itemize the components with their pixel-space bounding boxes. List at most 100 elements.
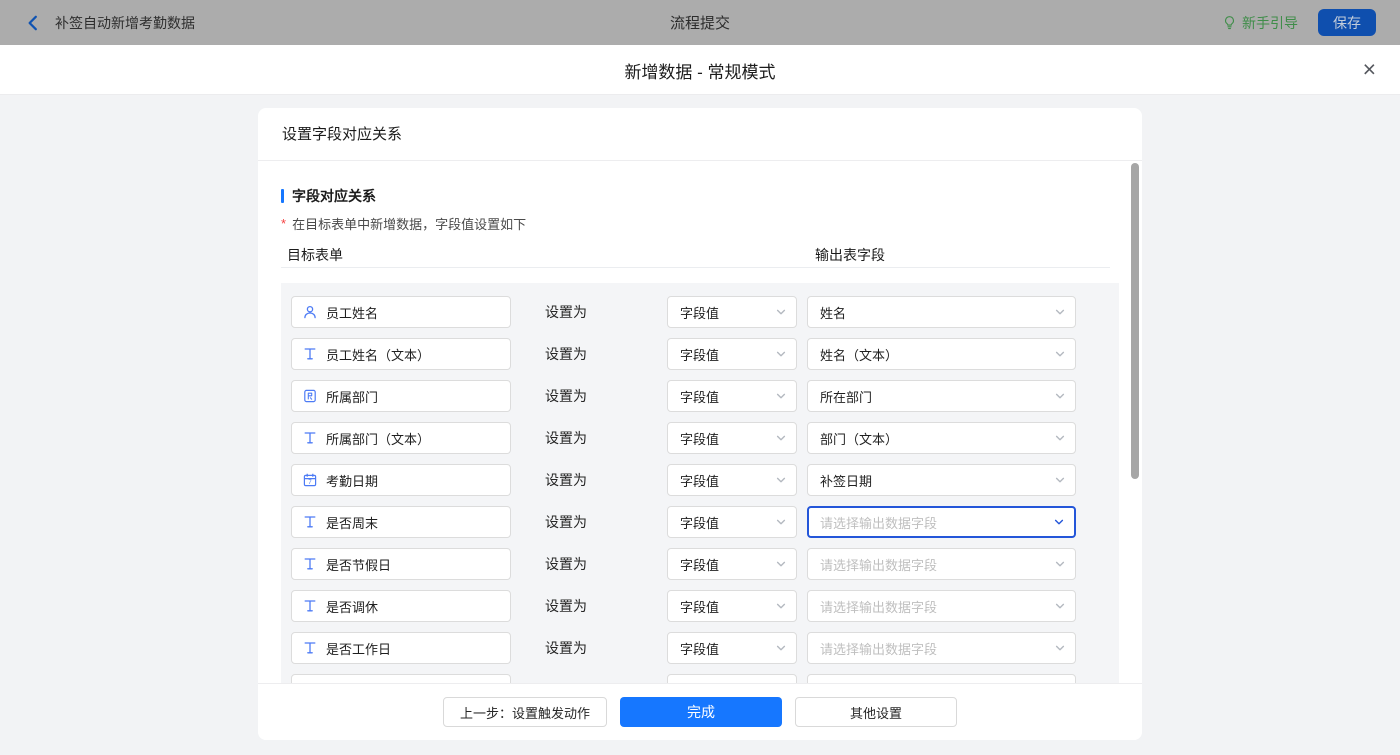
set-as-label: 设置为 — [545, 548, 587, 580]
field-mapping-row: 所属部门 设置为 字段值 所在部门 — [291, 380, 1119, 412]
chevron-left-icon — [24, 14, 42, 32]
target-field-box: 员工姓名 — [291, 296, 511, 328]
value-type-selected: 字段值 — [680, 303, 719, 322]
scrollbar-thumb[interactable] — [1131, 163, 1139, 479]
output-field-value: 部门（文本） — [820, 429, 898, 448]
value-type-selected: 字段值 — [680, 513, 719, 532]
target-field-label: 员工姓名 — [326, 303, 378, 322]
columns-divider — [281, 267, 1110, 268]
back-button[interactable] — [24, 14, 42, 32]
value-type-select[interactable]: 字段值 — [667, 632, 797, 664]
set-as-label: 设置为 — [545, 380, 587, 412]
flow-submit-title: 流程提交 — [0, 0, 1400, 45]
target-field-label: 员工姓名（文本） — [326, 345, 430, 364]
chevron-down-icon — [1054, 558, 1066, 570]
text-icon — [302, 346, 318, 362]
calendar-icon: 7 — [302, 472, 318, 488]
output-field-select[interactable]: 补签日期 — [807, 464, 1076, 496]
value-type-selected: 字段值 — [680, 471, 719, 490]
value-type-select[interactable]: 字段值 — [667, 380, 797, 412]
close-icon[interactable]: × — [1363, 54, 1376, 84]
output-field-select[interactable]: 姓名（文本） — [807, 338, 1076, 370]
value-type-select[interactable]: 字段值 — [667, 296, 797, 328]
output-field-select[interactable]: 请选择输出数据字段 — [807, 548, 1076, 580]
section-marker-bar — [281, 189, 284, 203]
output-field-select[interactable]: 姓名 — [807, 296, 1076, 328]
modal-body: 设置字段对应关系 字段对应关系 * 在目标表单中新增数据，字段值设置如下 目标表… — [0, 95, 1400, 755]
value-type-selected: 字段值 — [680, 597, 719, 616]
value-type-select[interactable]: 字段值 — [667, 464, 797, 496]
chevron-down-icon — [775, 558, 787, 570]
value-type-select[interactable] — [667, 674, 797, 683]
output-field-select[interactable] — [807, 674, 1076, 683]
value-type-select[interactable]: 字段值 — [667, 548, 797, 580]
finish-button[interactable]: 完成 — [620, 697, 782, 727]
chevron-down-icon — [1054, 474, 1066, 486]
target-field-box: 员工姓名（文本） — [291, 338, 511, 370]
set-as-label: 设置为 — [545, 632, 587, 664]
target-field-label: 是否调休 — [326, 597, 378, 616]
target-field-box: 所属部门 — [291, 380, 511, 412]
chevron-down-icon — [1054, 642, 1066, 654]
field-mapping-row: 员工姓名 设置为 字段值 姓名 — [291, 296, 1119, 328]
output-field-select[interactable]: 部门（文本） — [807, 422, 1076, 454]
target-field-label: 所属部门 — [326, 387, 378, 406]
prev-step-button[interactable]: 上一步：设置触发动作 — [443, 697, 607, 727]
chevron-down-icon — [775, 600, 787, 612]
value-type-select[interactable]: 字段值 — [667, 590, 797, 622]
field-mapping-card: 设置字段对应关系 字段对应关系 * 在目标表单中新增数据，字段值设置如下 目标表… — [258, 108, 1142, 740]
target-field-box: 所属部门（文本） — [291, 422, 511, 454]
output-field-value: 请选择输出数据字段 — [820, 513, 937, 532]
output-field-value: 请选择输出数据字段 — [820, 597, 937, 616]
column-header-target-form: 目标表单 — [287, 245, 343, 265]
chevron-down-icon — [1054, 348, 1066, 360]
user-icon — [302, 304, 318, 320]
svg-text:7: 7 — [308, 479, 312, 486]
modal-header: 新增数据 - 常规模式 × — [0, 45, 1400, 95]
value-type-selected: 字段值 — [680, 429, 719, 448]
target-field-label: 考勤日期 — [326, 471, 378, 490]
column-header-output-fields: 输出表字段 — [815, 245, 885, 265]
output-field-select[interactable]: 请选择输出数据字段 — [807, 506, 1076, 538]
field-mapping-row: 是否周末设置为字段值请选择输出数据字段 — [291, 506, 1119, 538]
value-type-selected: 字段值 — [680, 639, 719, 658]
set-as-label: 设置为 — [545, 422, 587, 454]
chevron-down-icon — [775, 474, 787, 486]
target-field-label: 是否工作日 — [326, 639, 391, 658]
field-mapping-row: 7考勤日期设置为字段值补签日期 — [291, 464, 1119, 496]
chevron-down-icon — [775, 642, 787, 654]
field-mapping-row: 是否节假日 设置为 字段值 请选择输出数据字段 — [291, 548, 1119, 580]
department-icon — [302, 388, 318, 404]
value-type-select[interactable]: 字段值 — [667, 422, 797, 454]
output-field-select[interactable]: 请选择输出数据字段 — [807, 632, 1076, 664]
other-settings-button[interactable]: 其他设置 — [795, 697, 957, 727]
chevron-down-icon — [775, 348, 787, 360]
chevron-down-icon — [1053, 516, 1065, 528]
output-field-select[interactable]: 请选择输出数据字段 — [807, 590, 1076, 622]
set-as-label: 设置为 — [545, 296, 587, 328]
target-field-box — [291, 674, 511, 683]
chevron-down-icon — [1054, 600, 1066, 612]
output-field-value: 补签日期 — [820, 471, 872, 490]
output-field-select[interactable]: 所在部门 — [807, 380, 1076, 412]
section-title-label: 字段对应关系 — [292, 186, 376, 206]
required-asterisk: * — [281, 216, 286, 231]
set-as-label: 设置为 — [545, 590, 587, 622]
value-type-select[interactable]: 字段值 — [667, 338, 797, 370]
value-type-select[interactable]: 字段值 — [667, 506, 797, 538]
field-mapping-rows-area: 员工姓名设置为字段值姓名员工姓名（文本）设置为字段值姓名（文本）所属部门设置为字… — [281, 283, 1119, 683]
target-field-label: 所属部门（文本） — [326, 429, 430, 448]
value-type-selected: 字段值 — [680, 387, 719, 406]
card-scrollbar — [1131, 163, 1139, 737]
modal-title: 新增数据 - 常规模式 — [0, 45, 1400, 95]
page-title: 补签自动新增考勤数据 — [55, 13, 195, 33]
text-icon — [302, 556, 318, 572]
value-type-selected: 字段值 — [680, 555, 719, 574]
field-mapping-row: 所属部门（文本） 设置为 字段值 部门（文本） — [291, 422, 1119, 454]
save-button[interactable]: 保存 — [1318, 9, 1376, 36]
field-mapping-row: 是否工作日 设置为 字段值 请选择输出数据字段 — [291, 632, 1119, 664]
field-mapping-row: 员工姓名（文本） 设置为 字段值姓名（文本） — [291, 338, 1119, 370]
beginner-guide-link[interactable]: 新手引导 — [1222, 13, 1298, 33]
set-as-label: 设置为 — [545, 338, 587, 370]
target-field-box: 是否节假日 — [291, 548, 511, 580]
